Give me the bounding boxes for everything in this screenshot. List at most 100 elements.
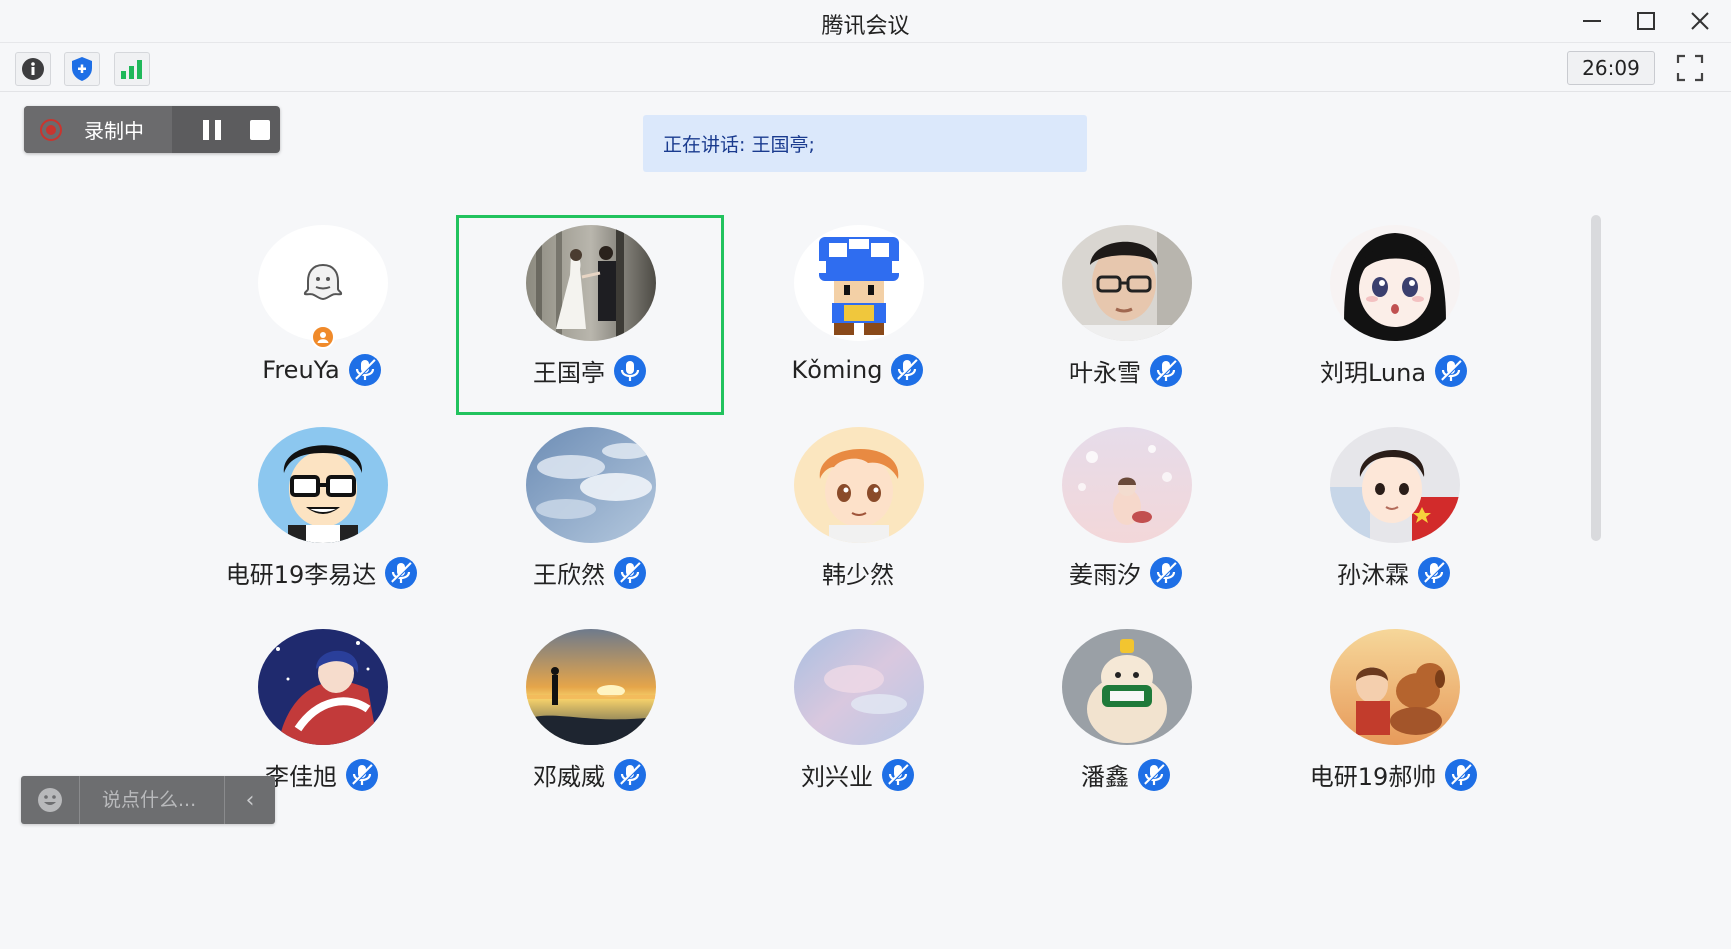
participant-name: 韩少然 [822,561,894,589]
maximize-icon [1637,12,1655,30]
emoji-button[interactable] [21,776,80,824]
record-icon [40,118,62,141]
maximize-button[interactable] [1626,6,1666,36]
participant-name: 孙沐霖 [1337,561,1409,589]
participant-tile[interactable]: FreuYa [188,215,456,415]
participant-name: 王国亭 [533,359,605,387]
participant-name: Kǒming [791,356,883,384]
participant-name-row: 姜雨汐 [992,555,1260,590]
participant-name-row: FreuYa [188,353,456,387]
pause-recording-button[interactable] [192,114,232,146]
chat-input[interactable]: 说点什么... [80,776,225,824]
avatar [1330,629,1460,745]
participant-tile[interactable]: 王国亭 [456,215,724,415]
participant-name: 王欣然 [533,561,605,589]
participant-tile[interactable]: 孙沐霖 [1260,417,1528,617]
participant-tile[interactable]: 刘兴业 [724,619,992,819]
recording-status: 录制中 [24,106,172,153]
recording-label: 录制中 [84,119,144,143]
mic-muted-icon [1444,758,1478,792]
emoji-icon [38,788,62,812]
avatar [526,629,656,745]
participant-name-row: 叶永雪 [992,353,1260,388]
participant-tile[interactable]: 刘玥Luna [1260,215,1528,415]
avatar [258,225,388,341]
fullscreen-button[interactable] [1672,51,1708,85]
participant-name: 叶永雪 [1069,359,1141,387]
info-icon [22,58,44,80]
participant-tile[interactable]: 邓威威 [456,619,724,819]
info-button[interactable] [15,52,51,86]
participant-name-row: 韩少然 [724,555,992,590]
mic-muted-icon [613,758,647,792]
avatar [794,629,924,745]
recording-controls: 录制中 [24,106,280,153]
security-button[interactable] [64,52,100,86]
chevron-left-icon: ‹ [245,787,255,813]
participant-tile[interactable]: 姜雨汐 [992,417,1260,617]
close-icon [1691,12,1709,30]
participant-name-row: 孙沐霖 [1260,555,1528,590]
shield-icon [72,57,92,81]
close-button[interactable] [1680,6,1720,36]
avatar [258,629,388,745]
participant-name-row: 电研19郝帅 [1260,757,1528,792]
scrollbar[interactable] [1591,215,1601,541]
participant-name-row: 邓威威 [456,757,724,792]
toolbar: 26:09 [0,43,1731,92]
avatar [1062,427,1192,543]
avatar [526,427,656,543]
active-speaker-banner: 正在讲话: 王国亭; [643,115,1087,172]
participant-name-row: 刘玥Luna [1260,353,1528,388]
participant-name: 李佳旭 [265,763,337,791]
participant-name-row: 潘鑫 [992,757,1260,792]
minimize-button[interactable] [1572,6,1612,36]
mic-on-icon [613,354,647,388]
title-bar: 腾讯会议 [0,0,1731,43]
network-button[interactable] [114,52,150,86]
participant-name-row: 王国亭 [459,353,721,388]
participant-tile[interactable]: 叶永雪 [992,215,1260,415]
stop-recording-button[interactable] [240,114,280,146]
avatar [1062,225,1192,341]
participant-name-row: 王欣然 [456,555,724,590]
participant-name: FreuYa [262,356,340,384]
participant-name: 邓威威 [533,763,605,791]
participant-tile[interactable]: 电研19郝帅 [1260,619,1528,819]
participant-name: 刘玥Luna [1319,359,1427,387]
mic-muted-icon [890,353,924,387]
meeting-timer: 26:09 [1567,51,1655,85]
mic-muted-icon [1149,354,1183,388]
fullscreen-icon [1676,54,1704,82]
collapse-chat-button[interactable]: ‹ [225,776,275,824]
mic-muted-icon [345,758,379,792]
participant-name-row: 电研19李易达 [188,555,456,590]
participant-tile[interactable]: 电研19李易达 [188,417,456,617]
avatar [1330,427,1460,543]
host-badge-icon [311,325,335,349]
window-title: 腾讯会议 [821,14,910,39]
mic-muted-icon [1149,556,1183,590]
participant-tile[interactable]: 潘鑫 [992,619,1260,819]
mic-muted-icon [1417,556,1451,590]
participant-tile[interactable]: 韩少然 [724,417,992,617]
signal-bars-icon [121,60,142,79]
mic-muted-icon [384,556,418,590]
minimize-icon [1583,20,1601,22]
stop-icon [250,120,270,140]
participant-name: 电研19李易达 [225,561,377,589]
participant-name: 电研19郝帅 [1309,763,1437,791]
participant-name: 姜雨汐 [1069,561,1141,589]
avatar [1330,225,1460,341]
participant-tile[interactable]: 王欣然 [456,417,724,617]
mic-muted-icon [1434,354,1468,388]
participant-name-row: Kǒming [724,353,992,387]
avatar [1062,629,1192,745]
chat-box: 说点什么... ‹ [21,776,275,824]
mic-muted-icon [881,758,915,792]
mic-muted-icon [613,556,647,590]
participant-name: 刘兴业 [801,763,873,791]
mic-muted-icon [1137,758,1171,792]
mic-muted-icon [348,353,382,387]
participant-tile[interactable]: Kǒming [724,215,992,415]
